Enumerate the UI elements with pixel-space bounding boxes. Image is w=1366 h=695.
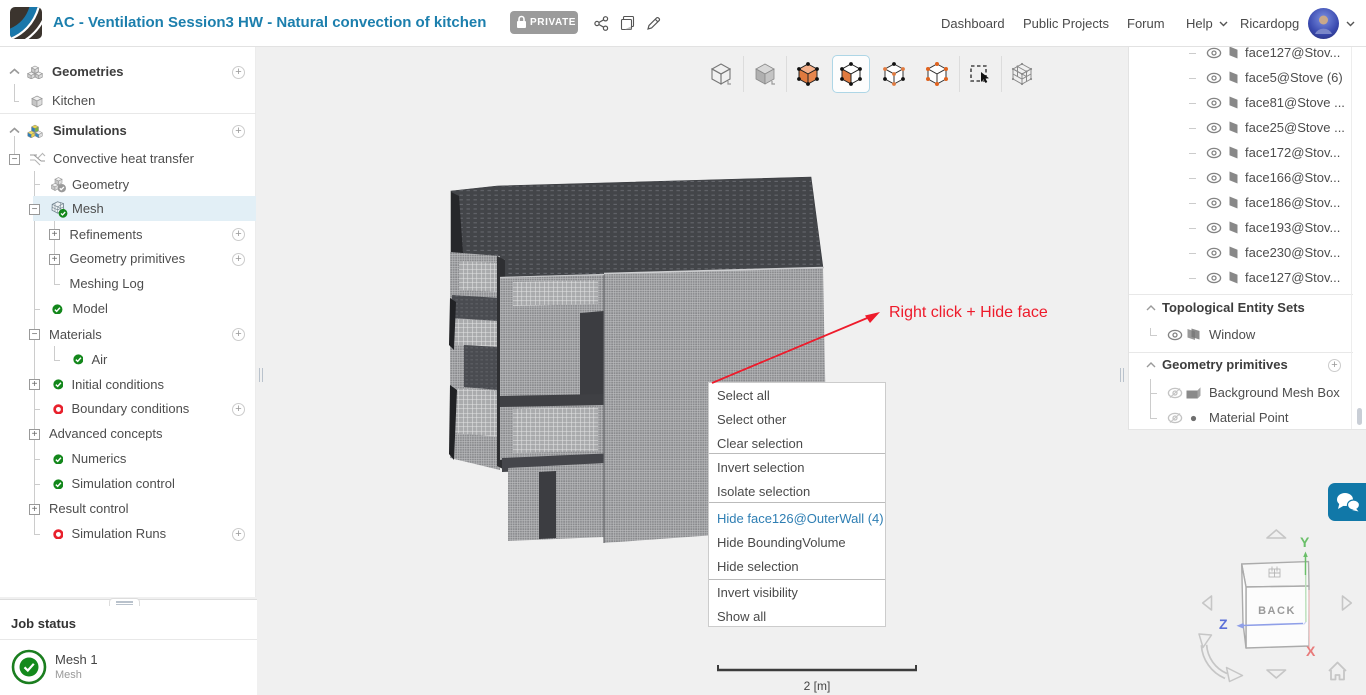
- svg-text:Y: Y: [1300, 534, 1310, 550]
- svg-text:Z: Z: [1219, 616, 1228, 632]
- svg-text:X: X: [1306, 643, 1316, 659]
- svg-text:2 [m]: 2 [m]: [804, 679, 831, 693]
- svg-text:BACK: BACK: [1258, 605, 1296, 617]
